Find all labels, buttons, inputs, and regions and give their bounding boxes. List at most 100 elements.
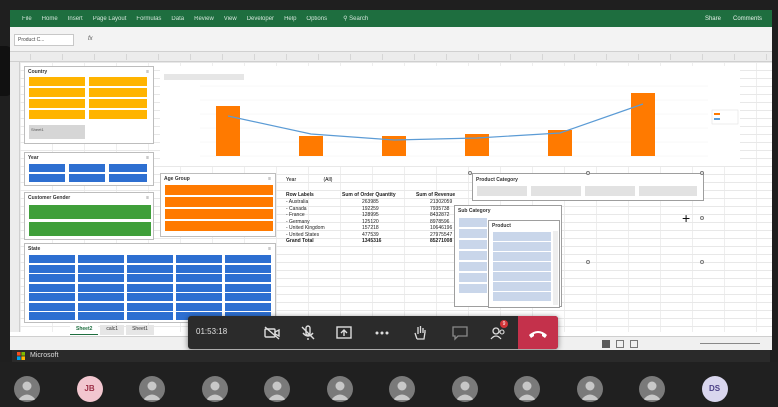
state-item[interactable]: [29, 302, 75, 311]
sub-category-item[interactable]: [459, 273, 487, 282]
resize-handle[interactable]: [468, 171, 472, 175]
chart-bar[interactable]: [631, 93, 655, 156]
tab-file[interactable]: File: [22, 16, 32, 22]
state-item[interactable]: [225, 293, 271, 301]
tab-page-layout[interactable]: Page Layout: [93, 16, 127, 22]
product-category-item[interactable]: [639, 186, 697, 196]
sub-category-item[interactable]: [459, 240, 487, 249]
page-break-view-icon[interactable]: [630, 340, 638, 348]
state-item[interactable]: [127, 312, 173, 320]
state-item[interactable]: [78, 264, 124, 273]
product-item[interactable]: [493, 252, 551, 261]
sub-category-item[interactable]: [459, 218, 487, 227]
year-item[interactable]: [69, 164, 105, 172]
more-options-icon[interactable]: [372, 323, 392, 343]
tab-review[interactable]: Review: [194, 16, 214, 22]
state-item[interactable]: [78, 283, 124, 292]
camera-off-icon[interactable]: [262, 323, 282, 343]
customer-gender-slicer[interactable]: Customer Gender ≡: [24, 192, 154, 240]
state-item[interactable]: [78, 312, 124, 320]
product-category-item[interactable]: [585, 186, 635, 196]
resize-handle[interactable]: [586, 260, 590, 264]
pivot-table[interactable]: Row Labels Sum of Order Quantity Sum of …: [286, 184, 466, 248]
tab-help[interactable]: Help: [284, 16, 296, 22]
state-item[interactable]: [78, 302, 124, 311]
state-item[interactable]: [29, 255, 75, 263]
pivot-header-revenue[interactable]: Sum of Revenue: [416, 192, 455, 198]
sub-category-item[interactable]: [459, 262, 487, 271]
chart-bar[interactable]: [216, 106, 240, 156]
country-item[interactable]: [29, 77, 85, 86]
product-item[interactable]: [493, 282, 551, 291]
state-item[interactable]: [78, 274, 124, 282]
filter-icon[interactable]: ≡: [146, 155, 149, 161]
state-item[interactable]: [29, 274, 75, 282]
state-item[interactable]: [176, 264, 222, 273]
participant-avatar[interactable]: DS: [701, 376, 728, 402]
year-item[interactable]: [109, 174, 147, 182]
state-item[interactable]: [176, 283, 222, 292]
year-item[interactable]: [29, 174, 65, 182]
product-slicer[interactable]: Product: [488, 220, 560, 308]
product-category-item[interactable]: [531, 186, 581, 196]
product-item[interactable]: [493, 262, 551, 271]
state-item[interactable]: [29, 312, 75, 320]
share-screen-icon[interactable]: [334, 323, 354, 343]
page-layout-view-icon[interactable]: [616, 340, 624, 348]
chart-bar[interactable]: [299, 136, 323, 156]
pivot-filter[interactable]: Year (All): [286, 177, 332, 183]
product-slicer-scrollbar[interactable]: [553, 231, 558, 305]
filter-icon[interactable]: ≡: [268, 176, 271, 182]
gender-item[interactable]: [29, 222, 151, 236]
state-item[interactable]: [176, 302, 222, 311]
tab-data[interactable]: Data: [171, 16, 184, 22]
pivot-filter-value[interactable]: (All): [324, 177, 333, 183]
state-item[interactable]: [176, 255, 222, 263]
country-item[interactable]: [89, 110, 147, 119]
raise-hand-icon[interactable]: [410, 323, 430, 343]
product-item[interactable]: [493, 272, 551, 281]
sub-category-item[interactable]: [459, 229, 487, 238]
state-item[interactable]: [225, 302, 271, 311]
search-box[interactable]: ⚲ Search: [343, 15, 368, 22]
country-item[interactable]: [89, 77, 147, 86]
participant-avatar[interactable]: [389, 376, 415, 402]
state-item[interactable]: [29, 264, 75, 273]
country-item[interactable]: [29, 88, 85, 97]
product-category-slicer[interactable]: Product Category: [472, 173, 704, 201]
participant-avatar[interactable]: [14, 376, 40, 402]
participant-avatar[interactable]: [576, 376, 603, 402]
chat-icon[interactable]: [450, 323, 470, 343]
state-item[interactable]: [176, 274, 222, 282]
state-item[interactable]: [29, 293, 75, 301]
tab-developer[interactable]: Developer: [247, 16, 274, 22]
chart-field-button[interactable]: [164, 74, 244, 80]
country-item[interactable]: [89, 88, 147, 97]
normal-view-icon[interactable]: [602, 340, 610, 348]
product-item[interactable]: [493, 232, 551, 241]
state-item[interactable]: [78, 255, 124, 263]
state-item[interactable]: [176, 293, 222, 301]
gender-item[interactable]: [29, 205, 151, 219]
year-item[interactable]: [69, 174, 105, 182]
state-item[interactable]: [127, 302, 173, 311]
filter-icon[interactable]: ≡: [146, 195, 149, 201]
country-item[interactable]: [29, 110, 85, 119]
state-item[interactable]: [127, 255, 173, 263]
participant-avatar[interactable]: [139, 376, 165, 402]
tab-options[interactable]: Options: [306, 16, 327, 22]
comments-button[interactable]: Comments: [733, 16, 762, 22]
revenue-chart[interactable]: [160, 66, 740, 166]
tab-insert[interactable]: Insert: [68, 16, 83, 22]
participant-avatar[interactable]: [451, 376, 478, 402]
sheet-tab-sheet2[interactable]: Sheet2: [70, 325, 99, 335]
country-item-sheet1[interactable]: Sheet1: [29, 125, 85, 139]
product-category-item[interactable]: [477, 186, 527, 196]
pivot-header-qty[interactable]: Sum of Order Quantity: [342, 192, 396, 198]
participant-avatar[interactable]: JB: [76, 376, 103, 402]
pivot-header-row-labels[interactable]: Row Labels: [286, 192, 314, 198]
sheet-tab-sheet1[interactable]: Sheet1: [126, 325, 154, 335]
participant-avatar[interactable]: [201, 376, 228, 402]
resize-handle[interactable]: [700, 216, 704, 220]
state-item[interactable]: [127, 283, 173, 292]
